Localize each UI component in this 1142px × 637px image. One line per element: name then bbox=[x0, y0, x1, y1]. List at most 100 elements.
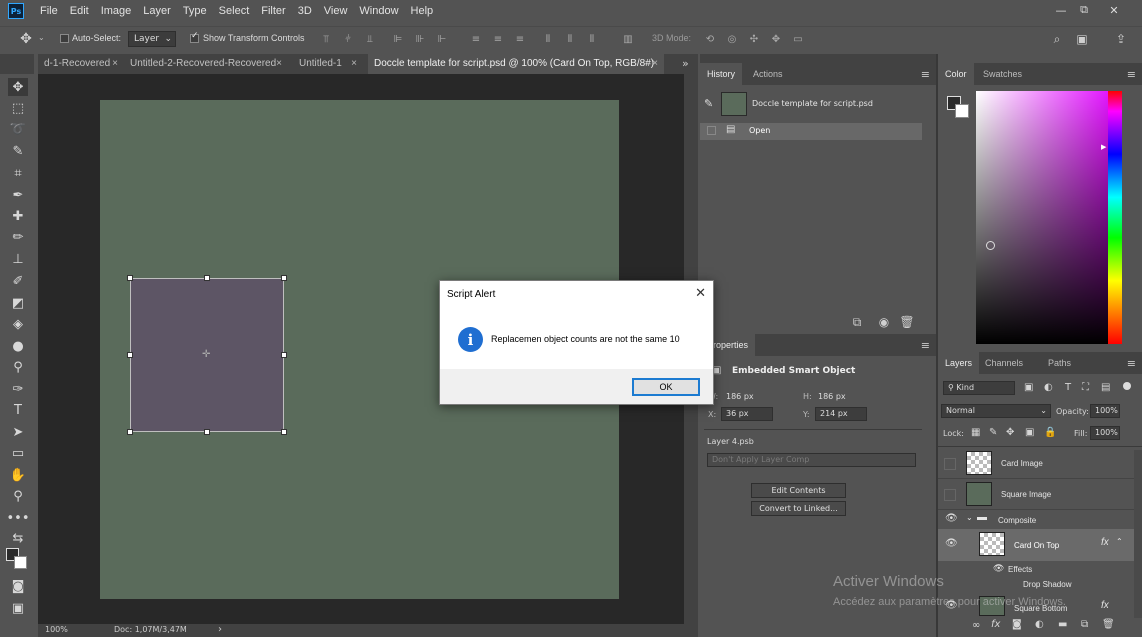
rectangle-tool-icon[interactable]: ▭ bbox=[8, 444, 28, 462]
pen-tool-icon[interactable]: ✑ bbox=[8, 380, 28, 398]
dodge-tool-icon[interactable]: ⚲ bbox=[8, 358, 28, 376]
menu-window[interactable]: Window bbox=[359, 5, 398, 17]
search-icon[interactable]: ⌕ bbox=[1050, 31, 1064, 47]
close-tab-icon[interactable]: × bbox=[652, 54, 658, 74]
status-menu-arrow[interactable]: › bbox=[218, 624, 222, 635]
menu-edit[interactable]: Edit bbox=[70, 5, 89, 17]
add-style-icon[interactable]: fx bbox=[991, 619, 1000, 630]
layer-card-image[interactable]: Card Image bbox=[938, 448, 1134, 479]
chevron-up-icon[interactable]: ⌃ bbox=[1116, 537, 1123, 546]
panel-divider[interactable] bbox=[936, 54, 938, 637]
distribute-bottom-icon[interactable]: ≡ bbox=[514, 32, 526, 46]
history-brush-tool-icon[interactable]: ✐ bbox=[8, 272, 28, 290]
menu-view[interactable]: View bbox=[324, 5, 348, 17]
more-tools-icon[interactable]: ••• bbox=[7, 509, 30, 527]
menu-file[interactable]: File bbox=[40, 5, 58, 17]
paint-bucket-tool-icon[interactable]: ◈ bbox=[8, 315, 28, 333]
convert-to-linked-button[interactable]: Convert to Linked... bbox=[751, 501, 846, 516]
tab-actions[interactable]: Actions bbox=[746, 63, 790, 85]
panel-menu-icon[interactable]: ≡ bbox=[921, 339, 930, 352]
3d-scale-icon[interactable]: ▭ bbox=[792, 32, 804, 46]
layer-group-composite[interactable]: 👁 ⌄ ▬ Composite bbox=[938, 511, 1134, 529]
opacity-field[interactable]: 100% bbox=[1090, 404, 1120, 418]
distribute-right-icon[interactable]: ⦀ bbox=[586, 32, 598, 46]
lasso-tool-icon[interactable]: ➰ bbox=[8, 120, 28, 138]
distribute-left-icon[interactable]: ⦀ bbox=[542, 32, 554, 46]
filter-type-icon[interactable]: T bbox=[1065, 382, 1071, 393]
menu-select[interactable]: Select bbox=[219, 5, 250, 17]
tab-paths[interactable]: Paths bbox=[1041, 352, 1078, 374]
screen-mode-icon[interactable]: ▣ bbox=[8, 599, 28, 617]
workspace-icon[interactable]: ▣ bbox=[1075, 31, 1089, 47]
visibility-toggle[interactable] bbox=[944, 489, 956, 501]
restore-button[interactable]: ⧉ bbox=[1073, 2, 1095, 18]
swap-colors-icon[interactable]: ⇆ bbox=[8, 529, 28, 547]
brush-tool-icon[interactable]: ✏ bbox=[8, 228, 28, 246]
layer-effects-row[interactable]: 👁 Effects bbox=[938, 562, 1134, 577]
eyedropper-tool-icon[interactable]: ✒ bbox=[8, 186, 28, 204]
x-field[interactable]: 36 px bbox=[721, 407, 773, 421]
tab-history[interactable]: History bbox=[700, 63, 743, 85]
zoom-level[interactable]: 100% bbox=[45, 625, 68, 634]
link-layers-icon[interactable]: ∞ bbox=[972, 620, 980, 631]
lock-position-icon[interactable]: ✥ bbox=[1006, 427, 1014, 438]
filter-adjustment-icon[interactable]: ◐ bbox=[1044, 382, 1053, 393]
camera-icon[interactable]: ◉ bbox=[877, 315, 891, 329]
path-select-tool-icon[interactable]: ➤ bbox=[8, 423, 28, 441]
visibility-toggle[interactable] bbox=[944, 458, 956, 470]
blur-tool-icon[interactable]: ● bbox=[8, 337, 28, 355]
hue-slider[interactable] bbox=[1108, 91, 1122, 344]
align-left-icon[interactable]: ⊫ bbox=[392, 32, 404, 46]
tab-color[interactable]: Color bbox=[938, 63, 974, 85]
share-icon[interactable]: ⇪ bbox=[1114, 31, 1128, 47]
layer-card-on-top[interactable]: 👁 Card On Top fx ⌃ bbox=[938, 529, 1134, 561]
quick-mask-icon[interactable]: ◙ bbox=[8, 577, 28, 595]
quick-select-tool-icon[interactable]: ✎ bbox=[8, 142, 28, 160]
hue-slider-marker[interactable]: ▶ bbox=[1101, 143, 1106, 151]
history-brush-source-icon[interactable]: ✎ bbox=[704, 97, 713, 110]
new-layer-icon[interactable]: ⧉ bbox=[1081, 619, 1088, 630]
close-icon[interactable]: ✕ bbox=[695, 285, 706, 301]
fx-badge[interactable]: fx bbox=[1101, 600, 1109, 611]
align-top-icon[interactable]: ⫪ bbox=[320, 32, 332, 46]
distribute-top-icon[interactable]: ≡ bbox=[470, 32, 482, 46]
layer-square-image[interactable]: Square Image bbox=[938, 479, 1134, 510]
healing-brush-tool-icon[interactable]: ✚ bbox=[8, 207, 28, 225]
transform-handle[interactable] bbox=[127, 429, 133, 435]
hand-tool-icon[interactable]: ✋ bbox=[8, 466, 28, 484]
auto-select-checkbox[interactable] bbox=[60, 34, 69, 43]
tab-channels[interactable]: Channels bbox=[978, 352, 1030, 374]
panel-menu-icon[interactable]: ≡ bbox=[921, 68, 930, 81]
type-tool-icon[interactable]: T bbox=[8, 401, 28, 419]
tab-overflow-icon[interactable]: » bbox=[682, 57, 689, 70]
tab-doccle-template[interactable]: Doccle template for script.psd @ 100% (C… bbox=[368, 54, 664, 74]
lock-image-icon[interactable]: ✎ bbox=[989, 427, 997, 438]
auto-align-icon[interactable]: ▥ bbox=[622, 32, 634, 46]
lock-all-icon[interactable]: 🔒 bbox=[1044, 427, 1056, 438]
height-value[interactable]: 186 px bbox=[818, 392, 846, 401]
transform-handle[interactable] bbox=[127, 275, 133, 281]
transform-handle[interactable] bbox=[127, 352, 133, 358]
filter-toggle-icon[interactable] bbox=[1123, 382, 1131, 390]
menu-3d[interactable]: 3D bbox=[298, 5, 312, 17]
align-bottom-icon[interactable]: ⫫ bbox=[364, 32, 376, 46]
zoom-tool-icon[interactable]: ⚲ bbox=[8, 487, 28, 505]
filter-pixel-icon[interactable]: ▣ bbox=[1024, 382, 1033, 393]
transform-handle[interactable] bbox=[281, 352, 287, 358]
tab-untitled-1[interactable]: Untitled-1 × bbox=[293, 54, 363, 74]
clone-stamp-tool-icon[interactable]: ⊥ bbox=[8, 250, 28, 268]
transform-handle[interactable] bbox=[204, 275, 210, 281]
add-mask-icon[interactable]: ◙ bbox=[1012, 619, 1022, 630]
color-picker-cursor[interactable] bbox=[986, 241, 995, 250]
y-field[interactable]: 214 px bbox=[815, 407, 867, 421]
filter-shape-icon[interactable]: ⛶ bbox=[1082, 382, 1089, 393]
trash-icon[interactable]: 🗑 bbox=[899, 315, 914, 329]
eraser-tool-icon[interactable]: ◩ bbox=[8, 294, 28, 312]
layer-comp-select[interactable]: Don't Apply Layer Comp bbox=[707, 453, 916, 467]
move-tool-icon[interactable]: ✥ bbox=[8, 78, 28, 96]
tab-layers[interactable]: Layers bbox=[938, 352, 980, 374]
marquee-tool-icon[interactable]: ⬚ bbox=[8, 99, 28, 117]
snapshot-name[interactable]: Doccle template for script.psd bbox=[752, 99, 873, 108]
3d-orbit-icon[interactable]: ⟲ bbox=[704, 32, 716, 46]
eye-icon[interactable]: 👁 bbox=[945, 538, 958, 549]
